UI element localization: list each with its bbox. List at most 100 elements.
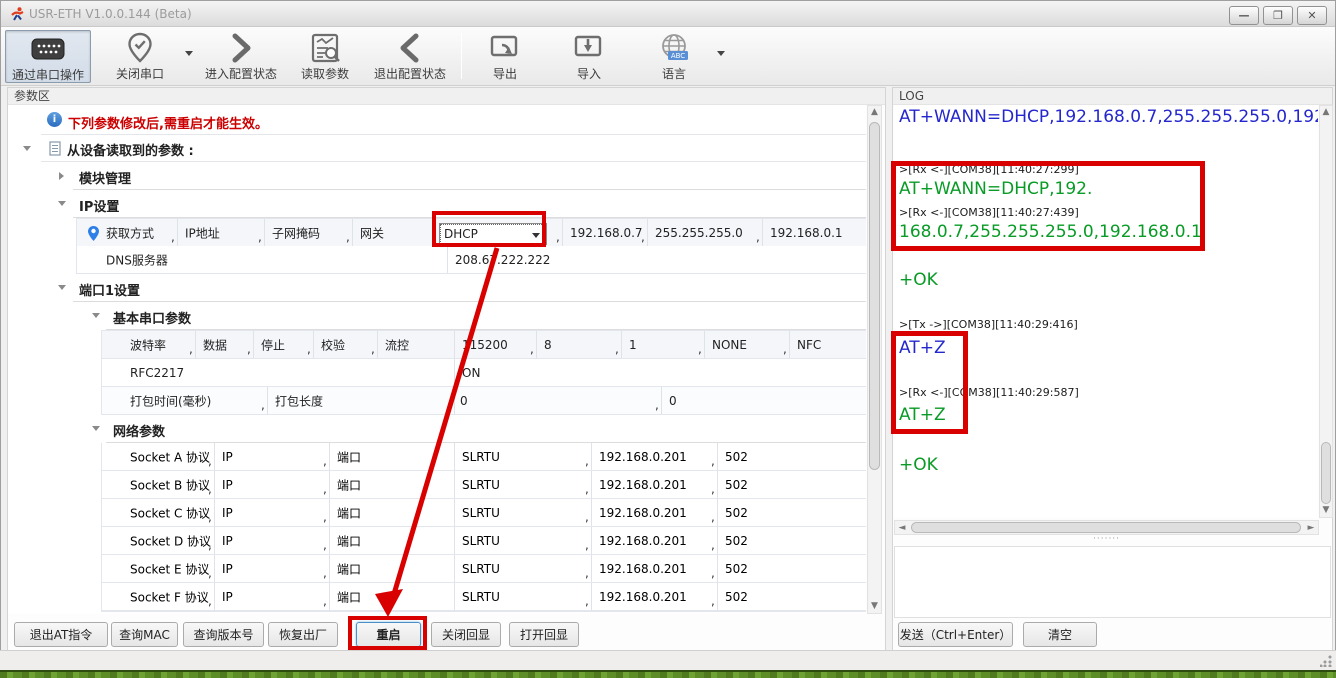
send-button[interactable]: 发送（Ctrl+Enter） xyxy=(898,622,1013,647)
socket-proto-value[interactable]: SLRTU xyxy=(462,450,500,464)
socket-proto-value[interactable]: SLRTU xyxy=(462,590,500,604)
window-title: USR-ETH V1.0.0.144 (Beta) xyxy=(29,7,192,21)
app-logo-icon xyxy=(9,6,25,22)
socket-ip-label: IP xyxy=(222,590,233,604)
scroll-up-icon[interactable]: ▲ xyxy=(868,108,881,117)
socket-proto-value[interactable]: SLRTU xyxy=(462,478,500,492)
chevron-left-icon xyxy=(398,32,422,64)
tree-root-row[interactable]: 从设备读取到的参数 : xyxy=(41,135,866,162)
socket-ip-value[interactable]: 192.168.0.201 xyxy=(599,590,687,604)
section-ip-settings[interactable]: IP设置 xyxy=(73,190,866,218)
socket-ip-label: IP xyxy=(222,562,233,576)
section-network-params[interactable]: 网络参数 xyxy=(106,415,866,443)
toolbar-button-exit-config[interactable]: 退出配置状态 xyxy=(367,30,453,83)
packing-row: 打包时间(毫秒) 打包长度 0 0 xyxy=(101,387,866,415)
send-input[interactable] xyxy=(894,546,1331,618)
toolbar-button-read-params[interactable]: 读取参数 xyxy=(291,30,359,83)
expand-icon[interactable] xyxy=(23,146,31,151)
socket-ip-value[interactable]: 192.168.0.201 xyxy=(599,506,687,520)
section-label: 模块管理 xyxy=(79,168,131,187)
socket-ip-value[interactable]: 192.168.0.201 xyxy=(599,562,687,576)
scroll-down-icon[interactable]: ▼ xyxy=(868,602,881,611)
field-label: RFC2217 xyxy=(130,366,184,380)
expand-icon[interactable] xyxy=(58,201,66,206)
socket-ip-label: IP xyxy=(222,506,233,520)
expand-icon[interactable] xyxy=(92,313,100,318)
socket-port-value[interactable]: 502 xyxy=(725,590,748,604)
field-value[interactable]: 192.168.0.1 xyxy=(770,226,843,240)
socket-proto-value[interactable]: SLRTU xyxy=(462,562,500,576)
close-button[interactable]: ✕ xyxy=(1297,6,1327,25)
log-scrollbar-thumb[interactable] xyxy=(1321,442,1331,504)
socket-port-value[interactable]: 502 xyxy=(725,450,748,464)
section-port1-settings[interactable]: 端口1设置 xyxy=(73,274,866,302)
toolbar-label: 进入配置状态 xyxy=(199,65,283,82)
clear-button[interactable]: 清空 xyxy=(1023,622,1097,647)
expand-icon[interactable] xyxy=(59,172,64,180)
status-bar xyxy=(0,650,1336,670)
language-dropdown-icon[interactable] xyxy=(717,51,725,56)
socket-port-value[interactable]: 502 xyxy=(725,562,748,576)
field-value[interactable]: 1 xyxy=(629,338,637,352)
open-echo-button[interactable]: 打开回显 xyxy=(509,622,579,647)
toolbar-button-language[interactable]: ABC 语言 xyxy=(641,30,707,83)
socket-ip-value[interactable]: 192.168.0.201 xyxy=(599,450,687,464)
minimize-button[interactable]: — xyxy=(1229,6,1259,25)
close-serial-dropdown-icon[interactable] xyxy=(185,51,193,56)
query-mac-button[interactable]: 查询MAC xyxy=(111,622,178,647)
close-echo-button[interactable]: 关闭回显 xyxy=(431,622,501,647)
field-value[interactable]: 115200 xyxy=(462,338,508,352)
socket-ip-value[interactable]: 192.168.0.201 xyxy=(599,478,687,492)
grid-scrollbar-thumb[interactable] xyxy=(869,122,880,470)
socket-proto-label: Socket E 协议 xyxy=(130,560,209,577)
toolbar-button-close-serial[interactable]: 关闭串口 xyxy=(101,30,179,83)
socket-ip-value[interactable]: 192.168.0.201 xyxy=(599,534,687,548)
scroll-right-icon[interactable]: ► xyxy=(1306,524,1316,533)
expand-icon[interactable] xyxy=(92,426,100,431)
scroll-up-icon[interactable]: ▲ xyxy=(1320,108,1332,117)
socket-port-value[interactable]: 502 xyxy=(725,506,748,520)
toolbar-button-import[interactable]: 导入 xyxy=(555,30,623,83)
section-module-management[interactable]: 模块管理 xyxy=(73,162,866,190)
field-value[interactable]: NFC xyxy=(797,338,821,352)
field-label: 子网掩码 xyxy=(272,224,320,241)
scroll-left-icon[interactable]: ◄ xyxy=(897,524,907,533)
log-line: >[Rx <-][COM38][11:40:27:439] xyxy=(899,206,1318,220)
exit-at-button[interactable]: 退出AT指令 xyxy=(14,622,108,647)
section-label: 网络参数 xyxy=(113,421,165,440)
reboot-button[interactable]: 重启 xyxy=(356,622,421,647)
dhcp-mode-combobox[interactable]: DHCP xyxy=(439,223,547,245)
log-output[interactable]: AT+WANN=DHCP,192.168.0.7,255.255.255.0,1… xyxy=(894,105,1318,518)
splitter-handle[interactable]: ······· xyxy=(1093,537,1129,542)
resize-grip[interactable] xyxy=(1320,655,1332,667)
maximize-button[interactable]: ❐ xyxy=(1263,6,1293,25)
socket-proto-value[interactable]: SLRTU xyxy=(462,506,500,520)
field-value[interactable]: ON xyxy=(462,366,480,380)
socket-port-value[interactable]: 502 xyxy=(725,534,748,548)
svg-text:ABC: ABC xyxy=(671,52,685,60)
query-version-button[interactable]: 查询版本号 xyxy=(183,622,264,647)
log-vertical-scrollbar[interactable]: ▲ ▼ xyxy=(1319,105,1333,518)
expand-icon[interactable] xyxy=(58,285,66,290)
field-value[interactable]: 255.255.255.0 xyxy=(655,226,743,240)
scroll-down-icon[interactable]: ▼ xyxy=(1320,506,1332,515)
toolbar-button-enter-config[interactable]: 进入配置状态 xyxy=(199,30,283,83)
grid-vertical-scrollbar[interactable]: ▲ ▼ xyxy=(867,105,882,614)
field-value[interactable]: 8 xyxy=(544,338,552,352)
factory-reset-button[interactable]: 恢复出厂 xyxy=(268,622,338,647)
section-basic-serial[interactable]: 基本串口参数 xyxy=(106,302,866,330)
field-value[interactable]: NONE xyxy=(712,338,747,352)
field-label: 波特率 xyxy=(130,336,166,353)
log-horizontal-scrollbar[interactable]: ◄ ► xyxy=(894,520,1319,535)
field-value[interactable]: 0 xyxy=(669,394,677,408)
restart-notice-text: 下列参数修改后,需重启才能生效。 xyxy=(68,113,268,132)
socket-proto-value[interactable]: SLRTU xyxy=(462,534,500,548)
toolbar-button-serial-operate[interactable]: 通过串口操作 xyxy=(5,30,91,83)
log-hscrollbar-thumb[interactable] xyxy=(911,522,1301,533)
field-value[interactable]: 192.168.0.7 xyxy=(570,226,643,240)
socket-port-label: 端口 xyxy=(337,560,361,577)
field-value[interactable]: 0 xyxy=(460,394,468,408)
field-value[interactable]: 208.67.222.222 xyxy=(455,253,550,267)
toolbar-button-export[interactable]: 导出 xyxy=(471,30,539,83)
socket-port-value[interactable]: 502 xyxy=(725,478,748,492)
